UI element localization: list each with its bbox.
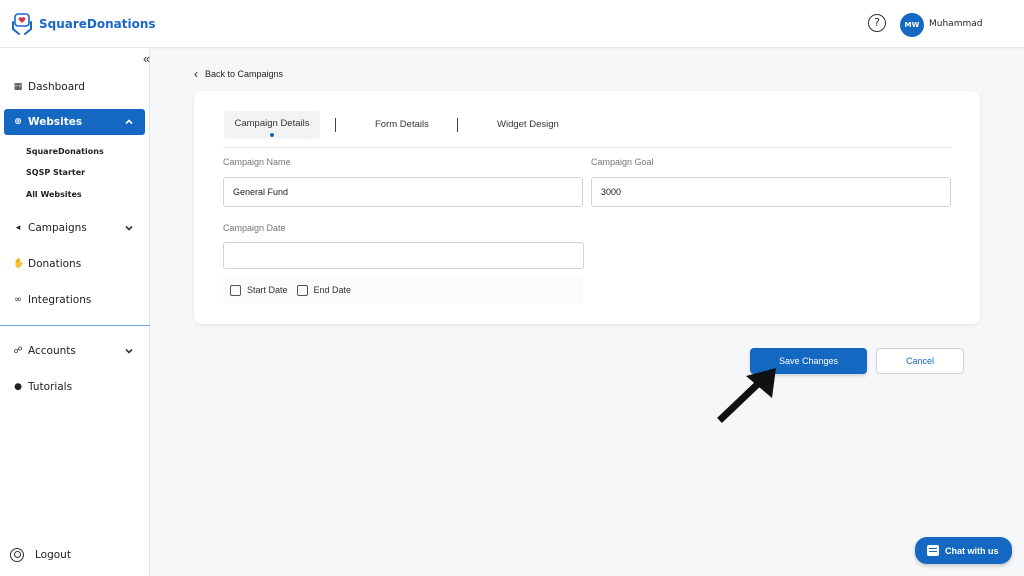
sidebar-item-tutorials[interactable]: ● Tutorials xyxy=(4,374,145,400)
date-options: Start Date End Date xyxy=(223,276,583,304)
chevron-up-icon xyxy=(125,119,133,125)
brand-name: SquareDonations xyxy=(39,17,156,31)
sidebar-item-websites[interactable]: ⊕ Websites xyxy=(4,109,145,135)
sidebar-item-label: Tutorials xyxy=(28,381,73,393)
campaign-name-label: Campaign Name xyxy=(223,157,291,167)
website-link-all-websites[interactable]: All Websites xyxy=(26,190,82,199)
sidebar-item-integrations[interactable]: ∞ Integrations xyxy=(4,287,145,313)
heart-hands-icon xyxy=(12,13,32,35)
tab-widget-design[interactable]: Widget Design xyxy=(497,119,559,130)
back-to-campaigns-link[interactable]: ‹ Back to Campaigns xyxy=(194,67,283,81)
website-link-sqsp-starter[interactable]: SQSP Starter xyxy=(26,168,85,177)
back-label: Back to Campaigns xyxy=(205,69,284,79)
brand-logo[interactable]: SquareDonations xyxy=(11,12,156,36)
end-date-checkbox[interactable] xyxy=(296,284,308,296)
tab-divider xyxy=(335,118,336,132)
users-icon: ☍ xyxy=(13,346,23,356)
campaign-form-card: Campaign Details Form Details Widget Des… xyxy=(194,91,980,324)
campaign-goal-input[interactable]: 3000 xyxy=(591,177,951,207)
tab-divider xyxy=(457,118,458,132)
website-link-squaredonations[interactable]: SquareDonations xyxy=(26,147,104,156)
chevron-down-icon xyxy=(125,225,133,231)
link-icon: ∞ xyxy=(14,295,22,305)
campaign-name-input[interactable]: General Fund xyxy=(223,177,583,207)
sidebar-item-campaigns[interactable]: ◂ Campaigns xyxy=(4,215,145,241)
sidebar-item-label: Integrations xyxy=(28,294,92,306)
sidebar-item-donations[interactable]: ✋ Donations xyxy=(4,251,145,277)
sidebar-item-label: Campaigns xyxy=(28,222,87,234)
campaign-date-input[interactable] xyxy=(223,242,584,269)
avatar[interactable]: MW xyxy=(900,13,924,37)
globe-icon: ⊕ xyxy=(14,117,22,127)
tab-form-details[interactable]: Form Details xyxy=(375,119,429,130)
cancel-button[interactable]: Cancel xyxy=(876,348,964,374)
sidebar-item-label: Donations xyxy=(28,258,82,270)
user-circle-icon xyxy=(10,548,24,562)
active-tab-indicator xyxy=(270,133,274,137)
sidebar-item-label: Dashboard xyxy=(28,81,85,93)
sidebar-item-accounts[interactable]: ☍ Accounts xyxy=(4,338,145,364)
chevron-down-icon xyxy=(125,348,133,354)
sidebar-item-dashboard[interactable]: ▦ Dashboard xyxy=(4,74,145,100)
start-date-checkbox[interactable] xyxy=(230,284,241,296)
sidebar-item-label: Websites xyxy=(28,116,83,128)
megaphone-icon: ◂ xyxy=(15,223,21,233)
hand-donation-icon: ✋ xyxy=(13,259,25,269)
help-icon[interactable]: ? xyxy=(868,14,886,32)
chat-widget-button[interactable]: Chat with us xyxy=(915,537,1012,564)
end-date-label: End Date xyxy=(313,285,352,295)
logout-button[interactable]: Logout xyxy=(10,548,71,562)
collapse-sidebar-icon[interactable]: « xyxy=(143,51,150,66)
chat-icon xyxy=(927,545,939,556)
campaign-goal-label: Campaign Goal xyxy=(591,157,654,167)
grid-icon: ▦ xyxy=(13,82,23,92)
chat-label: Chat with us xyxy=(945,545,999,556)
info-icon: ● xyxy=(14,382,22,392)
sidebar: « ▦ Dashboard ⊕ Websites SquareDonations… xyxy=(0,48,150,576)
chevron-left-icon: ‹ xyxy=(194,67,198,81)
tab-campaign-details[interactable]: Campaign Details xyxy=(224,111,320,139)
campaign-date-label: Campaign Date xyxy=(223,223,286,233)
sidebar-divider xyxy=(0,325,150,326)
pointer-arrow-icon xyxy=(717,368,776,423)
tab-label: Campaign Details xyxy=(234,118,310,129)
top-bar: SquareDonations ? MW Muhammad xyxy=(0,0,1024,48)
logout-label: Logout xyxy=(35,549,71,561)
sidebar-item-label: Accounts xyxy=(28,345,76,357)
tabs-underline xyxy=(223,147,951,148)
start-date-label: Start Date xyxy=(247,285,288,295)
user-name[interactable]: Muhammad xyxy=(929,19,982,29)
